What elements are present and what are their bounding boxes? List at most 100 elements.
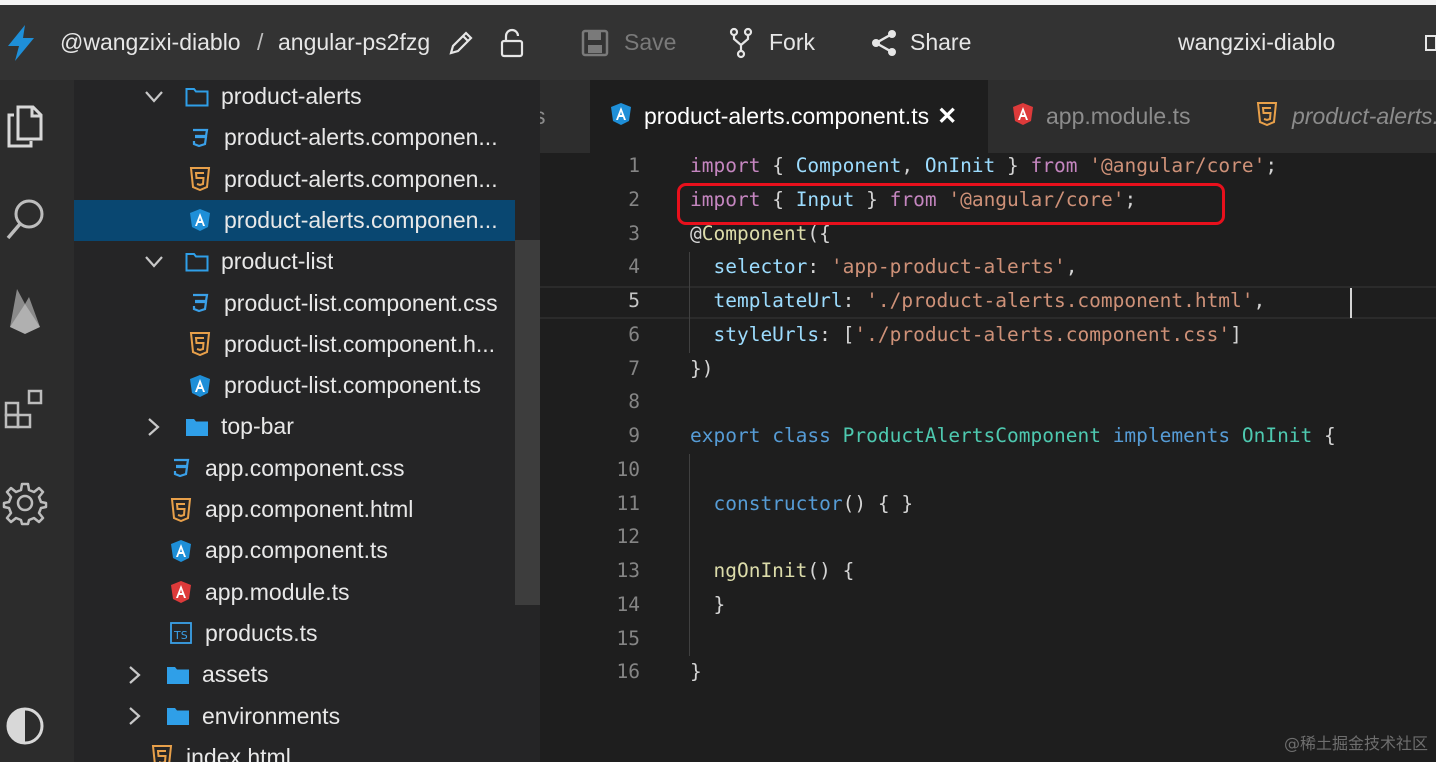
folder-icon xyxy=(185,414,209,440)
code-token: ] xyxy=(1230,322,1242,346)
line-number: 1 xyxy=(628,154,640,177)
extensions-icon[interactable] xyxy=(0,384,50,434)
file-tree-label: product-alerts.componen... xyxy=(224,206,498,233)
code-token: { xyxy=(760,154,796,177)
chevron-right-icon[interactable] xyxy=(143,416,165,438)
angular-file-icon xyxy=(169,538,193,564)
tab-previous[interactable]: s xyxy=(540,80,590,153)
theme-toggle-icon[interactable] xyxy=(0,701,50,751)
line-number: 5 xyxy=(628,289,640,312)
file-explorer: product-alerts product-alerts.componen...… xyxy=(74,80,540,762)
edit-pencil-icon[interactable] xyxy=(447,5,475,80)
file-tree-label: product-alerts.componen... xyxy=(224,165,498,192)
file-tree-item[interactable]: TS products.ts xyxy=(74,613,515,654)
fork-button[interactable]: Fork xyxy=(729,5,815,80)
chevron-down-icon[interactable] xyxy=(143,86,165,108)
file-tree-item[interactable]: assets xyxy=(74,654,515,695)
stackblitz-logo-icon[interactable] xyxy=(6,5,36,80)
sidebar-scrollbar[interactable] xyxy=(515,240,540,605)
file-tree-item[interactable]: product-alerts.componen... xyxy=(74,159,515,200)
file-tree-item[interactable]: product-list xyxy=(74,241,515,282)
angular-icon xyxy=(610,102,632,132)
file-tree-label: top-bar xyxy=(221,413,294,440)
css-file-icon xyxy=(188,125,212,151)
code-line: ngOnInit() { xyxy=(690,559,854,582)
file-tree-label: product-list xyxy=(221,248,334,275)
code-token: ngOnInit xyxy=(713,559,808,582)
line-number: 16 xyxy=(616,660,640,684)
code-token: () { } xyxy=(842,491,914,515)
files-icon[interactable] xyxy=(0,101,50,151)
code-line: }) xyxy=(690,357,713,380)
overflow-icon[interactable] xyxy=(1424,5,1436,80)
code-token: './product-alerts.component.html' xyxy=(866,289,1254,312)
share-icon xyxy=(870,28,898,58)
firebase-icon[interactable] xyxy=(0,286,50,336)
tab-product-alerts-component-ts[interactable]: product-alerts.component.ts ✕ xyxy=(590,80,988,153)
close-tab-icon[interactable]: ✕ xyxy=(937,102,957,131)
file-tree-item[interactable]: product-alerts xyxy=(74,80,515,117)
file-tree-item[interactable]: product-list.component.h... xyxy=(74,324,515,365)
tab-label: app.module.ts xyxy=(1046,103,1191,129)
unlock-icon[interactable] xyxy=(499,5,525,80)
code-line: } xyxy=(690,593,725,616)
code-token: { xyxy=(1312,424,1336,447)
file-tree-label: products.ts xyxy=(205,619,318,646)
code-token: 'app-product-alerts' xyxy=(830,255,1066,279)
activity-bar xyxy=(0,80,74,762)
code-token: Component xyxy=(795,154,902,177)
tab-product-alerts-html[interactable]: product-alerts. xyxy=(1228,80,1436,153)
settings-gear-icon[interactable] xyxy=(0,478,50,528)
code-editor[interactable]: 1 import { Component, OnInit } from '@ang… xyxy=(540,153,1436,762)
file-tree-item[interactable]: product-alerts.componen... xyxy=(74,117,515,158)
file-tree-item[interactable]: app.component.css xyxy=(74,448,515,489)
share-button[interactable]: Share xyxy=(870,5,971,80)
user-menu[interactable]: wangzixi-diablo xyxy=(1178,5,1335,80)
file-tree-label: product-alerts.componen... xyxy=(224,124,498,151)
search-icon[interactable] xyxy=(0,194,50,244)
file-tree-item[interactable]: app.module.ts xyxy=(74,572,515,613)
angular-module-icon xyxy=(169,579,193,605)
file-tree-item[interactable]: app.component.html xyxy=(74,489,515,530)
file-tree-item[interactable]: app.component.ts xyxy=(74,530,515,571)
tab-label: product-alerts. xyxy=(1292,103,1436,129)
folder-open-icon xyxy=(185,249,209,275)
file-tree-label: product-list.component.css xyxy=(224,289,498,316)
chevron-down-icon[interactable] xyxy=(143,251,165,273)
code-token: : xyxy=(842,289,867,312)
chevron-right-icon[interactable] xyxy=(124,664,146,686)
save-label: Save xyxy=(624,29,677,55)
file-tree-item[interactable]: product-alerts.componen... xyxy=(74,199,515,241)
code-token: OnInit xyxy=(924,154,996,177)
annotation-highlight-box xyxy=(677,183,1225,225)
share-label: Share xyxy=(910,29,972,55)
file-tree-item[interactable]: top-bar xyxy=(74,406,515,447)
owner-link[interactable]: @wangzixi-diablo xyxy=(60,5,241,80)
project-name[interactable]: angular-ps2fzg xyxy=(278,5,430,80)
watermark: @稀土掘金技术社区 xyxy=(1283,734,1428,753)
save-button[interactable]: Save xyxy=(580,5,676,80)
tab-app-module-ts[interactable]: app.module.ts xyxy=(988,80,1228,153)
code-token: implements xyxy=(1112,424,1231,447)
file-tree-item[interactable]: product-list.component.css xyxy=(74,283,515,324)
svg-text:TS: TS xyxy=(173,629,188,642)
line-number: 11 xyxy=(616,491,640,515)
file-tree-label: index.html xyxy=(186,743,291,762)
html-file-icon xyxy=(150,744,174,762)
chevron-right-icon[interactable] xyxy=(124,705,146,727)
file-tree-item[interactable]: product-list.component.ts xyxy=(74,365,515,406)
file-tree-item[interactable]: index.html xyxy=(74,737,515,762)
tab-previous-label: s xyxy=(540,103,546,130)
file-tree-label: app.component.css xyxy=(205,454,405,481)
html-file-icon xyxy=(188,166,212,192)
file-tree-item[interactable]: environments xyxy=(74,696,515,737)
line-number: 8 xyxy=(628,390,640,414)
file-tree-label: product-list.component.ts xyxy=(224,372,481,399)
code-token: } xyxy=(690,660,702,684)
angular-file-icon xyxy=(188,373,212,399)
code-token: export xyxy=(690,424,761,447)
code-token: from xyxy=(1030,154,1078,177)
